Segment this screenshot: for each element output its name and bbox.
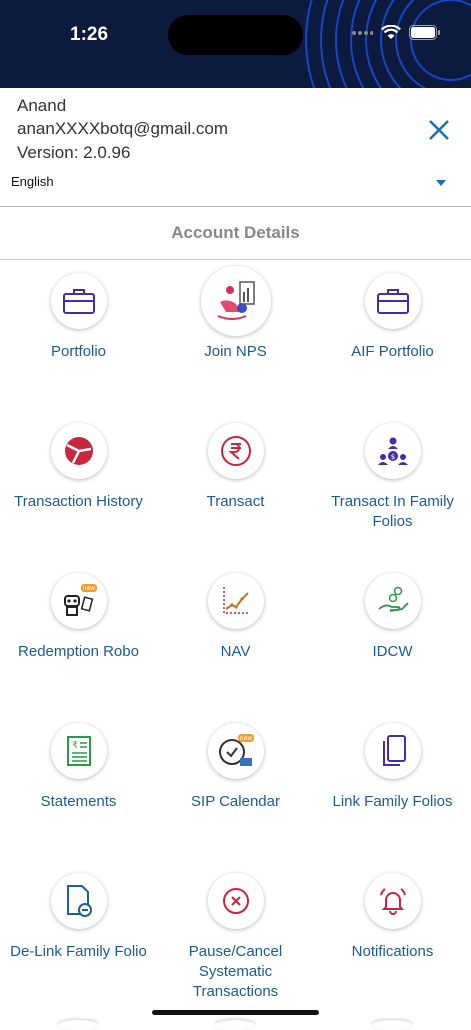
tile-sip-calendar[interactable]: new SIP Calendar (157, 723, 314, 812)
tile-label: Transact (206, 493, 265, 510)
briefcase-icon (376, 289, 409, 314)
next-row-peek (372, 1020, 412, 1030)
status-bar: 1:26 (0, 0, 471, 88)
bell-icon (379, 888, 406, 915)
robot-icon: new (63, 584, 97, 616)
tile-nav[interactable]: NAV (157, 573, 314, 662)
tile-pause-cancel[interactable]: Pause/Cancel Systematic Transactions (157, 873, 314, 1002)
tile-label: Join NPS (204, 343, 267, 360)
profile-header: Anand ananXXXXbotq@gmail.com Version: 2.… (0, 88, 471, 206)
tile-label: AIF Portfolio (351, 343, 434, 360)
wifi-icon (381, 25, 401, 39)
app-version: Version: 2.0.96 (17, 143, 131, 162)
svg-text:₹: ₹ (72, 741, 78, 751)
next-row-peek (215, 1020, 255, 1030)
tile-label: NAV (220, 643, 251, 660)
tile-transact-family[interactable]: $ Transact In Family Folios (314, 423, 471, 532)
user-name: Anand (17, 96, 67, 115)
tile-notifications[interactable]: Notifications (314, 873, 471, 962)
svg-text:new: new (82, 585, 94, 592)
divider (0, 259, 471, 260)
tile-label: Transact In Family Folios (331, 493, 454, 530)
clock: 1:26 (70, 24, 109, 45)
next-row-peek (58, 1020, 98, 1030)
retirement-chair-icon (217, 281, 255, 320)
cancel-circle-icon (222, 888, 249, 914)
tile-label: Statements (40, 793, 117, 810)
tile-label: Pause/Cancel Systematic Transactions (188, 943, 283, 1000)
svg-text:$: $ (390, 453, 394, 461)
status-icons (351, 25, 441, 40)
signal-icon (352, 30, 373, 35)
tile-label: De-Link Family Folio (10, 943, 147, 960)
tile-label: SIP Calendar (191, 793, 280, 810)
home-indicator[interactable] (152, 1010, 319, 1015)
user-email: ananXXXXbotq@gmail.com (17, 119, 228, 138)
tile-label: Portfolio (50, 343, 107, 360)
rupee-icon (220, 436, 251, 466)
tile-transaction-history[interactable]: Transaction History (0, 423, 157, 512)
tile-transact[interactable]: Transact (157, 423, 314, 512)
tile-join-nps[interactable]: Join NPS (157, 266, 314, 362)
chevron-down-icon[interactable] (436, 180, 446, 186)
svg-text:new: new (239, 735, 251, 742)
tile-statements[interactable]: ₹ Statements (0, 723, 157, 812)
tile-redemption-robo[interactable]: new Redemption Robo (0, 573, 157, 662)
tile-idcw[interactable]: IDCW (314, 573, 471, 662)
dynamic-island (168, 15, 303, 55)
pie-chart-icon (64, 437, 93, 465)
tile-label: Link Family Folios (332, 793, 453, 810)
tile-link-family-folios[interactable]: Link Family Folios (314, 723, 471, 812)
hand-coins-icon (377, 586, 409, 612)
family-money-icon: $ (377, 437, 408, 465)
copy-icon (382, 735, 406, 766)
battery-icon (409, 25, 440, 40)
line-chart-icon (222, 587, 250, 614)
language-select[interactable]: English (11, 174, 54, 189)
document-minus-icon (66, 885, 92, 917)
close-icon[interactable] (427, 118, 451, 142)
statement-icon: ₹ (66, 736, 91, 766)
tile-label: Redemption Robo (18, 643, 139, 660)
tile-aif-portfolio[interactable]: AIF Portfolio (314, 273, 471, 362)
clock-calendar-icon: new (218, 734, 254, 766)
tile-label: Notifications (351, 943, 434, 960)
section-title: Account Details (171, 223, 300, 242)
tile-label: IDCW (372, 643, 413, 660)
tile-portfolio[interactable]: Portfolio (0, 273, 157, 362)
briefcase-icon (62, 289, 95, 314)
tile-label: Transaction History (14, 493, 143, 510)
tile-delink-family-folio[interactable]: De-Link Family Folio (0, 873, 157, 962)
